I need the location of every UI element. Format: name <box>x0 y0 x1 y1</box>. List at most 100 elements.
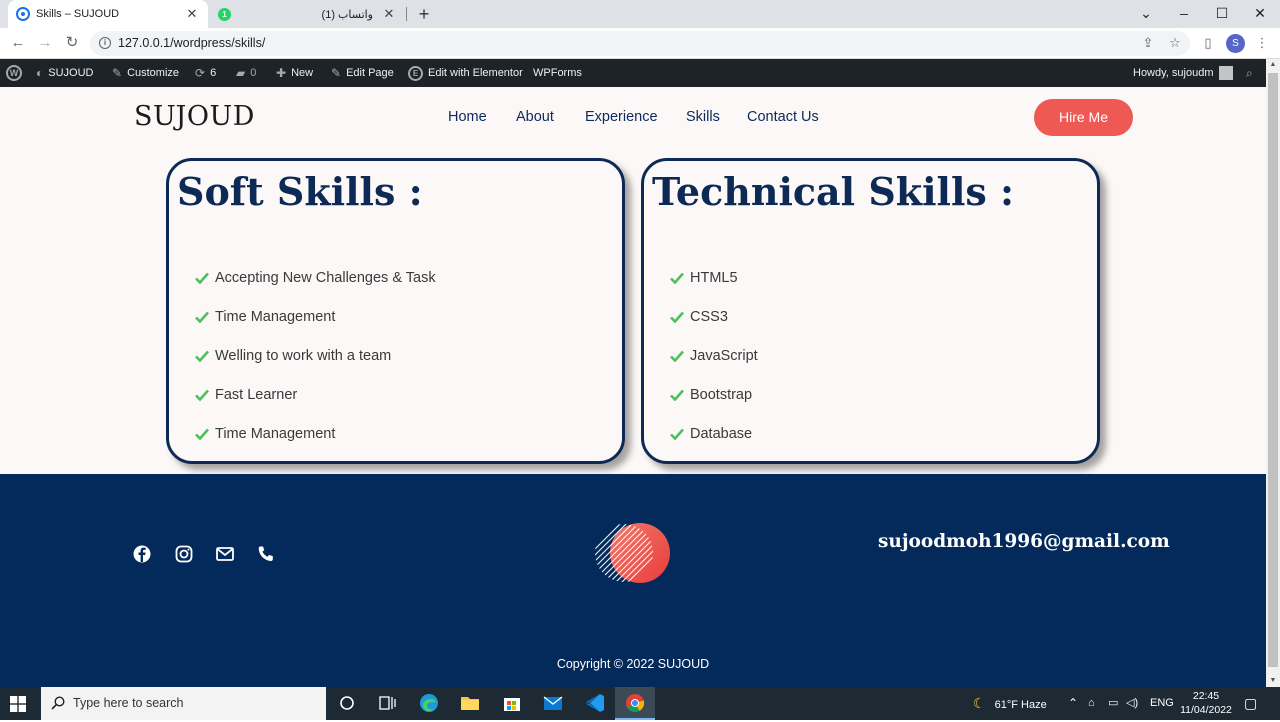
check-icon <box>195 350 209 362</box>
task-view-icon[interactable] <box>376 692 398 714</box>
comments-count: 0 <box>250 67 257 79</box>
browser-toolbar: ← → ↻ i 127.0.0.1/wordpress/skills/ ⇪ ☆ … <box>0 28 1280 59</box>
close-tab-icon[interactable]: ✕ <box>381 6 397 22</box>
scroll-down-arrow-icon[interactable]: ▼ <box>1266 675 1280 687</box>
mail-icon[interactable] <box>215 544 235 564</box>
maximize-button[interactable]: ☐ <box>1203 0 1241 28</box>
search-placeholder: Type here to search <box>73 696 184 710</box>
check-icon <box>670 389 684 401</box>
site-logo[interactable]: SUJOUD <box>134 101 255 132</box>
edit-page-link[interactable]: ✎ Edit Page <box>331 59 394 87</box>
taskbar-search-input[interactable]: Type here to search <box>41 687 326 720</box>
list-item: CSS3 <box>670 297 758 336</box>
close-window-button[interactable]: ✕ <box>1241 0 1279 28</box>
edit-elementor-link[interactable]: E Edit with Elementor <box>408 59 523 87</box>
site-name-link[interactable]: ◐ SUJOUD <box>36 59 93 87</box>
technical-skills-card: Technical Skills : HTML5 CSS3 JavaScript… <box>641 158 1100 464</box>
file-explorer-icon[interactable] <box>459 692 481 714</box>
soft-skills-card: Soft Skills : Accepting New Challenges &… <box>166 158 625 464</box>
new-content-link[interactable]: ✚ New <box>276 59 313 87</box>
howdy-label: Howdy, sujoudm <box>1133 67 1214 79</box>
cortana-icon[interactable] <box>336 692 358 714</box>
side-panel-icon[interactable]: ▯ <box>1200 33 1216 53</box>
nav-about[interactable]: About <box>516 109 554 125</box>
new-tab-button[interactable]: + <box>414 3 434 25</box>
microsoft-store-icon[interactable] <box>501 692 523 714</box>
chrome-icon <box>626 694 645 713</box>
battery-icon[interactable]: ▭ <box>1108 687 1118 720</box>
nav-contact-us[interactable]: Contact Us <box>747 109 819 125</box>
footer-email[interactable]: sujoodmoh1996@gmail.com <box>878 531 1170 552</box>
site-info-icon[interactable]: i <box>99 37 111 49</box>
profile-avatar[interactable]: S <box>1226 34 1245 53</box>
minimize-button[interactable]: – <box>1165 0 1203 28</box>
facebook-icon[interactable] <box>132 544 152 564</box>
reload-icon[interactable]: ↻ <box>61 32 83 54</box>
instagram-icon[interactable] <box>174 544 194 564</box>
edit-elementor-label: Edit with Elementor <box>428 67 523 79</box>
wpforms-label: WPForms <box>533 67 582 79</box>
browser-tab-strip: Skills – SUJOUD ✕ 1 (1) واتساب ✕ + ⌄ – ☐… <box>0 0 1280 28</box>
edit-page-label: Edit Page <box>346 67 394 79</box>
search-icon[interactable]: ⌕ <box>1246 59 1253 87</box>
plus-icon: ✚ <box>276 66 287 80</box>
close-tab-icon[interactable]: ✕ <box>184 6 200 22</box>
search-icon <box>51 696 65 710</box>
nav-experience[interactable]: Experience <box>585 109 658 125</box>
chevron-up-icon[interactable]: ⌃ <box>1068 687 1078 720</box>
nav-skills[interactable]: Skills <box>686 109 720 125</box>
check-icon <box>670 428 684 440</box>
tab-search-icon[interactable]: ⌄ <box>1127 0 1165 28</box>
elementor-icon: E <box>408 65 423 81</box>
tab-whatsapp[interactable]: 1 (1) واتساب ✕ <box>210 0 405 28</box>
page-scrollbar[interactable]: ▲ ▼ <box>1266 59 1280 687</box>
language-indicator[interactable]: ENG <box>1150 687 1174 720</box>
brush-icon: ✎ <box>112 66 123 80</box>
scroll-up-arrow-icon[interactable]: ▲ <box>1266 59 1280 71</box>
weather-widget[interactable]: ☾ 61°F Haze <box>973 687 1047 720</box>
list-item: Fast Learner <box>195 375 436 414</box>
comments-link[interactable]: ▰ 0 <box>236 59 256 87</box>
wpforms-link[interactable]: WPForms <box>533 59 582 87</box>
technical-skills-list: HTML5 CSS3 JavaScript Bootstrap Database <box>670 258 758 453</box>
notifications-icon[interactable]: ▢ <box>1244 687 1257 720</box>
pencil-icon: ✎ <box>331 66 342 80</box>
scrollbar-thumb[interactable] <box>1268 73 1278 667</box>
share-icon[interactable]: ⇪ <box>1140 33 1156 53</box>
nav-home[interactable]: Home <box>448 109 487 125</box>
vscode-icon[interactable] <box>584 692 606 714</box>
chrome-taskbar-button[interactable] <box>615 687 655 720</box>
volume-icon[interactable]: ◁) <box>1126 687 1138 720</box>
network-icon[interactable]: ⌂ <box>1088 687 1095 720</box>
phone-icon[interactable] <box>256 544 276 564</box>
site-footer: sujoodmoh1996@gmail.com Copyright © 2022… <box>0 474 1266 687</box>
tab-title: Skills – SUJOUD <box>36 8 120 20</box>
my-account-link[interactable]: Howdy, sujoudm <box>1133 59 1233 87</box>
check-icon <box>670 272 684 284</box>
bookmark-star-icon[interactable]: ☆ <box>1167 33 1183 53</box>
weather-text: 61°F Haze <box>994 699 1047 711</box>
technical-skills-title: Technical Skills : <box>652 169 1015 214</box>
customize-link[interactable]: ✎ Customize <box>112 59 179 87</box>
footer-copyright: Copyright © 2022 SUJOUD <box>556 657 710 671</box>
mail-app-icon[interactable] <box>542 692 564 714</box>
updates-count: 6 <box>210 67 217 79</box>
list-item: Welling to work with a team <box>195 336 436 375</box>
menu-kebab-icon[interactable]: ⋮ <box>1254 33 1270 53</box>
clock-time: 22:45 <box>1192 690 1220 702</box>
tab-skills[interactable]: Skills – SUJOUD ✕ <box>8 0 208 28</box>
back-arrow-icon[interactable]: ← <box>7 32 29 54</box>
wordpress-logo-icon[interactable]: W <box>6 59 22 87</box>
hire-me-button[interactable]: Hire Me <box>1034 99 1133 136</box>
forward-arrow-icon[interactable]: → <box>34 32 56 54</box>
soft-skills-list: Accepting New Challenges & Task Time Man… <box>195 258 436 453</box>
updates-link[interactable]: ⟳ 6 <box>195 59 216 87</box>
clock[interactable]: 22:45 11/04/2022 <box>1180 689 1232 722</box>
address-bar[interactable]: i 127.0.0.1/wordpress/skills/ <box>90 31 1190 56</box>
whatsapp-favicon-icon: 1 <box>218 7 231 21</box>
tab-divider <box>406 7 407 21</box>
wp-admin-bar: W ◐ SUJOUD ✎ Customize ⟳ 6 ▰ 0 ✚ New ✎ E… <box>0 59 1280 87</box>
windows-start-icon[interactable] <box>10 696 26 712</box>
check-icon <box>195 428 209 440</box>
edge-browser-icon[interactable] <box>418 692 440 714</box>
